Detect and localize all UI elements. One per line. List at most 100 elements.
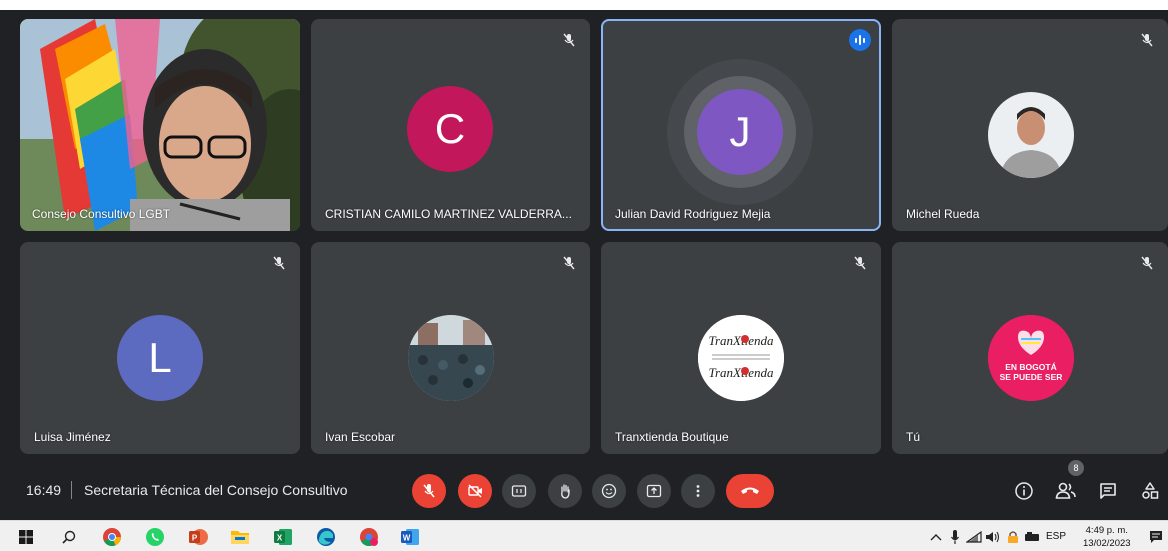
people-icon <box>1055 482 1076 499</box>
whatsapp-icon <box>146 528 164 546</box>
present-icon <box>646 484 662 498</box>
clock-time: 4:49 p. m. <box>1085 525 1128 536</box>
system-clock[interactable]: 4:49 p. m. 13/02/2023 <box>1083 524 1131 550</box>
mic-off-icon <box>423 484 435 498</box>
camera-toggle-button[interactable] <box>458 474 492 508</box>
tray-device[interactable] <box>1022 527 1042 547</box>
video-feed <box>20 19 300 231</box>
participant-name: CRISTIAN CAMILO MARTINEZ VALDERRA... <box>325 207 572 221</box>
os-taskbar: P X W ESP 4:49 p. m. 13/02/2023 <box>0 520 1168 551</box>
notification-icon <box>1150 531 1162 543</box>
taskbar-powerpoint[interactable]: P <box>188 527 208 547</box>
participant-grid: Consejo Consultivo LGBT C CRISTIAN CAMIL… <box>0 10 1168 460</box>
avatar: C <box>407 86 493 172</box>
mic-off-icon <box>1136 29 1158 51</box>
taskbar-chrome-profile[interactable] <box>359 527 379 547</box>
svg-text:X: X <box>277 534 283 543</box>
participants-count-badge: 8 <box>1068 460 1084 476</box>
activities-button[interactable] <box>1137 478 1163 504</box>
powerpoint-icon: P <box>189 529 208 545</box>
meeting-title: Secretaria Técnica del Consejo Consultiv… <box>84 482 348 498</box>
volume-icon <box>986 531 1000 543</box>
hang-up-icon <box>741 487 759 494</box>
participant-tile-julian[interactable]: J Julian David Rodriguez Mejia <box>601 19 881 231</box>
more-icon <box>696 485 700 497</box>
camera-off-icon <box>468 484 482 498</box>
top-strip <box>0 0 1168 10</box>
mic-off-icon <box>558 29 580 51</box>
folder-icon <box>231 531 249 544</box>
participant-name: Luisa Jiménez <box>34 430 111 444</box>
participant-name: Tranxtienda Boutique <box>615 430 729 444</box>
chat-icon <box>1100 483 1116 499</box>
svg-text:EN BOGOTÁ: EN BOGOTÁ <box>1005 362 1056 372</box>
leave-call-button[interactable] <box>726 474 774 508</box>
tray-microphone[interactable] <box>945 527 965 547</box>
meeting-clock: 16:49 <box>26 482 62 498</box>
mic-off-icon <box>268 252 290 274</box>
meeting-controls-bar: 16:49 Secretaria Técnica del Consejo Con… <box>0 460 1168 520</box>
svg-text:TranXtienda: TranXtienda <box>708 365 774 380</box>
more-options-button[interactable] <box>681 474 715 508</box>
divider <box>71 481 72 499</box>
device-icon <box>1025 532 1039 541</box>
chrome-icon <box>103 528 121 547</box>
meeting-details-button[interactable] <box>1011 478 1037 504</box>
notifications-button[interactable] <box>1146 527 1166 547</box>
participant-tile-michel[interactable]: Michel Rueda <box>892 19 1168 231</box>
chrome-profile-icon <box>360 528 378 547</box>
captions-button[interactable] <box>502 474 536 508</box>
taskbar-whatsapp[interactable] <box>145 527 165 547</box>
tray-volume[interactable] <box>983 527 1003 547</box>
windows-logo-icon <box>19 530 33 544</box>
show-hidden-icons-button[interactable] <box>926 527 946 547</box>
people-button[interactable] <box>1053 478 1079 504</box>
info-icon <box>1015 482 1033 500</box>
svg-text:P: P <box>192 534 198 543</box>
participant-tile-cristian[interactable]: C CRISTIAN CAMILO MARTINEZ VALDERRA... <box>311 19 590 231</box>
participant-tile-self[interactable]: EN BOGOTÁ SE PUEDE SER Tú <box>892 242 1168 454</box>
chat-button[interactable] <box>1095 478 1121 504</box>
excel-icon: X <box>274 529 292 545</box>
mic-off-icon <box>558 252 580 274</box>
tray-security[interactable] <box>1003 527 1023 547</box>
avatar: L <box>117 315 203 401</box>
search-button[interactable] <box>59 527 79 547</box>
taskbar-file-explorer[interactable] <box>230 527 250 547</box>
participant-tile-consejo[interactable]: Consejo Consultivo LGBT <box>20 19 300 231</box>
participant-name: Ivan Escobar <box>325 430 396 444</box>
mic-toggle-button[interactable] <box>412 474 446 508</box>
participant-name: Consejo Consultivo LGBT <box>32 207 171 221</box>
search-icon <box>62 530 76 544</box>
avatar <box>988 92 1074 178</box>
mic-off-icon <box>1136 252 1158 274</box>
participant-tile-luisa[interactable]: L Luisa Jiménez <box>20 242 300 454</box>
avatar <box>408 315 494 401</box>
word-icon: W <box>401 529 419 545</box>
svg-text:TranXtienda: TranXtienda <box>708 333 774 348</box>
chevron-up-icon <box>930 534 942 541</box>
emoji-reaction-button[interactable] <box>592 474 626 508</box>
microphone-icon <box>951 530 959 544</box>
tray-network[interactable] <box>964 527 984 547</box>
participant-name: Tú <box>906 430 921 444</box>
participant-name: Julian David Rodriguez Mejia <box>615 207 771 221</box>
keyboard-language[interactable]: ESP <box>1046 531 1066 542</box>
speaking-indicator-icon <box>849 29 871 51</box>
participant-tile-ivan[interactable]: Ivan Escobar <box>311 242 590 454</box>
avatar: J <box>697 89 783 175</box>
captions-icon <box>511 485 527 497</box>
svg-text:W: W <box>403 534 411 543</box>
present-screen-button[interactable] <box>637 474 671 508</box>
taskbar-edge[interactable] <box>316 527 336 547</box>
start-button[interactable] <box>16 527 36 547</box>
wifi-icon <box>966 530 982 543</box>
raise-hand-icon <box>561 484 570 499</box>
taskbar-chrome[interactable] <box>102 527 122 547</box>
taskbar-word[interactable]: W <box>400 527 420 547</box>
lock-icon <box>1008 531 1018 543</box>
raise-hand-button[interactable] <box>548 474 582 508</box>
participant-tile-tranxtienda[interactable]: TranXtienda TranXtienda Tranxtienda Bouti… <box>601 242 881 454</box>
avatar-logo: EN BOGOTÁ SE PUEDE SER <box>988 315 1074 401</box>
taskbar-excel[interactable]: X <box>273 527 293 547</box>
